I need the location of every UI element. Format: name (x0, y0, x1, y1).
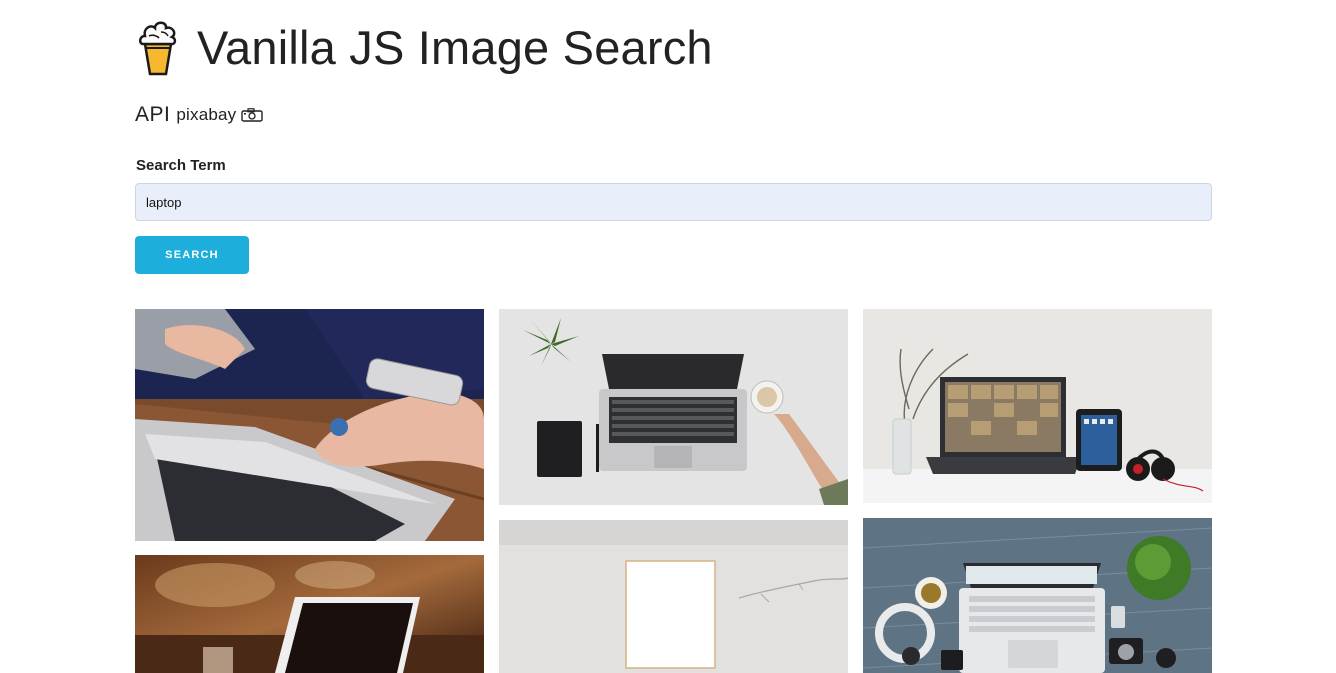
laptop-tablet-headphones-desk-photo (863, 309, 1212, 503)
search-input[interactable] (135, 183, 1212, 221)
api-attribution: API pixabay (135, 103, 264, 127)
laptop-notebook-plant-coffee-photo (499, 309, 848, 505)
ice-cream-icon (139, 21, 177, 76)
api-label: API (135, 103, 171, 126)
camera-icon (241, 108, 264, 122)
result-image[interactable] (863, 309, 1212, 503)
result-image[interactable] (135, 555, 484, 673)
laptop-headphones-plant-overhead-photo (863, 518, 1212, 673)
page-header: Vanilla JS Image Search (135, 18, 713, 76)
result-image[interactable] (499, 309, 848, 505)
pixabay-link[interactable]: pixabay (176, 105, 236, 125)
hands-with-phone-and-laptop-photo (135, 309, 484, 541)
laptop-on-cafe-table-photo (135, 555, 484, 673)
search-term-label: Search Term (136, 157, 226, 174)
result-image[interactable] (499, 520, 848, 673)
result-image[interactable] (863, 518, 1212, 673)
blank-paper-frame-on-wall-photo (499, 520, 848, 673)
result-image[interactable] (135, 309, 484, 541)
page-title: Vanilla JS Image Search (197, 20, 713, 74)
search-button[interactable]: SEARCH (135, 236, 249, 274)
